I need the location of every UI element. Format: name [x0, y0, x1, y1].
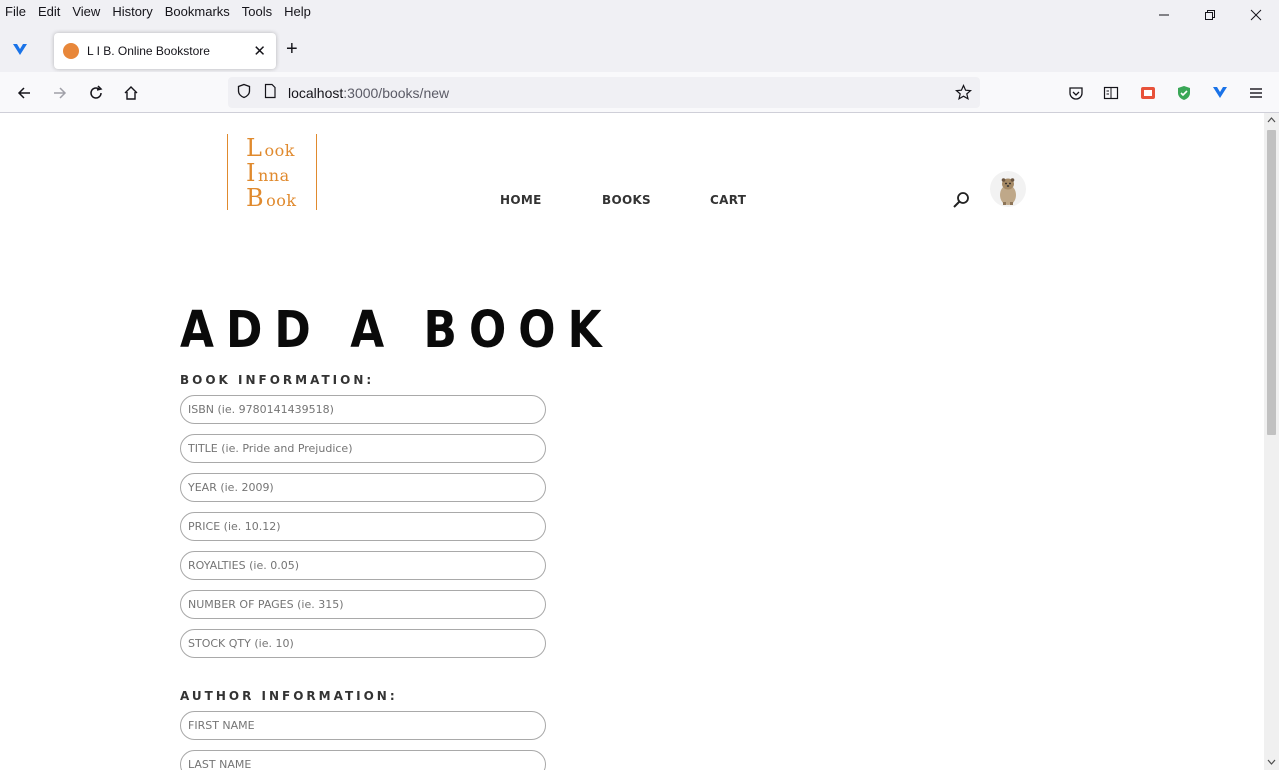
reload-button[interactable]: [85, 82, 107, 104]
menu-history[interactable]: History: [106, 4, 158, 19]
home-button[interactable]: [120, 82, 142, 104]
tab-title: L I B. Online Bookstore: [87, 44, 210, 58]
shield-extension-icon[interactable]: [1173, 82, 1195, 104]
isbn-field[interactable]: [180, 395, 546, 424]
site-favicon-icon: [63, 43, 79, 59]
url-bar[interactable]: localhost:3000/books/new: [228, 77, 980, 108]
bookmark-star-icon[interactable]: [954, 84, 973, 104]
page-title: ADD A BOOK: [180, 301, 614, 360]
shield-icon[interactable]: [236, 83, 252, 102]
tab-active[interactable]: L I B. Online Bookstore ✕: [54, 33, 276, 69]
menu-edit[interactable]: Edit: [32, 4, 66, 19]
site-logo[interactable]: Look Inna Book: [227, 134, 317, 212]
first-name-field[interactable]: [180, 711, 546, 740]
hamburger-menu-icon[interactable]: [1245, 82, 1267, 104]
extension-icon[interactable]: [12, 43, 28, 62]
page-count-field[interactable]: [180, 590, 546, 619]
author-information-label: AUTHOR INFORMATION:: [180, 689, 398, 703]
scrollbar-thumb[interactable]: [1267, 130, 1276, 435]
page-scrollbar[interactable]: [1264, 113, 1279, 770]
navigation-toolbar: localhost:3000/books/new: [0, 72, 1279, 113]
nav-books[interactable]: BOOKS: [602, 193, 651, 207]
last-name-field[interactable]: [180, 750, 546, 770]
scroll-up-icon[interactable]: [1267, 116, 1276, 124]
scroll-down-icon[interactable]: [1267, 758, 1276, 766]
menu-view[interactable]: View: [66, 4, 106, 19]
browser-menubar: File Edit View History Bookmarks Tools H…: [0, 0, 1279, 22]
title-field[interactable]: [180, 434, 546, 463]
year-field[interactable]: [180, 473, 546, 502]
royalties-field[interactable]: [180, 551, 546, 580]
url-text: localhost:3000/books/new: [288, 84, 450, 101]
logo-line-2: Inna: [246, 159, 290, 187]
page-info-icon[interactable]: [262, 83, 278, 102]
menu-help[interactable]: Help: [278, 4, 317, 19]
back-button[interactable]: [13, 82, 35, 104]
price-field[interactable]: [180, 512, 546, 541]
reader-view-icon[interactable]: [1100, 82, 1122, 104]
forward-button[interactable]: [49, 82, 71, 104]
extension-v-icon[interactable]: [1209, 82, 1231, 104]
search-icon[interactable]: [952, 191, 970, 214]
page-content: Look Inna Book HOME BOOKS CART ADD A BOO…: [0, 113, 1264, 770]
menu-bookmarks[interactable]: Bookmarks: [159, 4, 236, 19]
extension-red-icon[interactable]: [1137, 82, 1159, 104]
pocket-icon[interactable]: [1065, 82, 1087, 104]
menu-tools[interactable]: Tools: [236, 4, 278, 19]
new-tab-button[interactable]: +: [286, 38, 298, 61]
user-avatar[interactable]: [990, 171, 1026, 207]
tab-close-icon[interactable]: ✕: [253, 42, 266, 60]
logo-line-1: Look: [246, 134, 295, 162]
stock-qty-field[interactable]: [180, 629, 546, 658]
nav-home[interactable]: HOME: [500, 193, 542, 207]
nav-cart[interactable]: CART: [710, 193, 746, 207]
book-information-label: BOOK INFORMATION:: [180, 373, 375, 387]
logo-line-3: Book: [246, 184, 297, 212]
menu-file[interactable]: File: [0, 4, 32, 19]
